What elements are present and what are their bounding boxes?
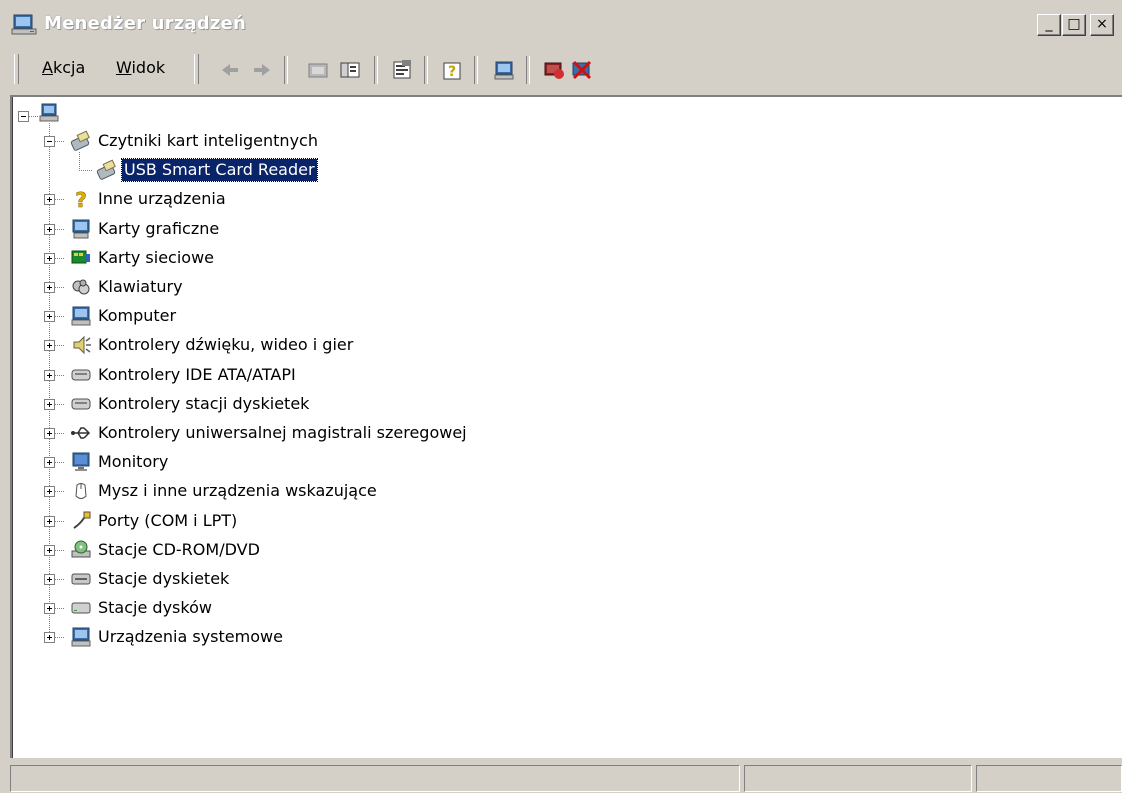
- expand-toggle[interactable]: [44, 632, 55, 644]
- maximize-button[interactable]: □: [1062, 14, 1086, 36]
- cdrom-icon[interactable]: [70, 539, 92, 561]
- up-folder-icon[interactable]: [306, 59, 330, 81]
- tree-item-inne-urzadzenia[interactable]: Inne urządzenia: [96, 188, 228, 210]
- expand-toggle[interactable]: [44, 252, 55, 264]
- ide-controller-icon[interactable]: [70, 364, 92, 386]
- tree-item-kontrolery-stacji-dyskietek[interactable]: Kontrolery stacji dyskietek: [96, 393, 311, 415]
- tree-item-urzadzenia-systemowe[interactable]: Urządzenia systemowe: [96, 626, 285, 648]
- status-cell-2: [744, 765, 972, 792]
- expand-toggle[interactable]: [44, 340, 55, 352]
- smart-card-reader-icon[interactable]: [70, 130, 92, 152]
- expand-toggle[interactable]: [44, 223, 55, 235]
- device-manager-window: Menedżer urządzeń _ □ × Akcja Widok ? Cz…: [0, 0, 1122, 793]
- toolbar-separator: [474, 56, 478, 84]
- status-cell-main: [10, 765, 740, 792]
- disk-drive-icon[interactable]: [70, 597, 92, 619]
- system-devices-icon[interactable]: [70, 626, 92, 648]
- port-icon[interactable]: [70, 510, 92, 532]
- toolbar-separator: [284, 56, 288, 84]
- status-bar: [10, 763, 1122, 793]
- show-hide-tree-icon[interactable]: [338, 59, 362, 81]
- floppy-controller-icon[interactable]: [70, 393, 92, 415]
- mouse-icon[interactable]: [70, 480, 92, 502]
- uninstall-device-icon[interactable]: [570, 59, 594, 81]
- tree-item-kontrolery-ide-ata-atapi[interactable]: Kontrolery IDE ATA/ATAPI: [96, 364, 298, 386]
- computer-icon[interactable]: [70, 305, 92, 327]
- computer-icon[interactable]: [38, 102, 60, 124]
- tree-item-karty-graficzne[interactable]: Karty graficzne: [96, 218, 221, 240]
- expand-toggle[interactable]: [44, 544, 55, 556]
- toolbar-separator: [424, 56, 428, 84]
- tree-item-stacje-dyskow[interactable]: Stacje dysków: [96, 597, 214, 619]
- tree-item-monitory[interactable]: Monitory: [96, 451, 170, 473]
- usb-icon[interactable]: [70, 422, 92, 444]
- close-button[interactable]: ×: [1090, 14, 1114, 36]
- question-mark-icon[interactable]: ?: [70, 188, 92, 210]
- collapse-toggle[interactable]: [44, 136, 55, 147]
- tree-item-czytniki-kart-inteligentnych[interactable]: Czytniki kart inteligentnych: [96, 130, 320, 152]
- expand-toggle[interactable]: [44, 369, 55, 381]
- tree-item-karty-sieciowe[interactable]: Karty sieciowe: [96, 247, 216, 269]
- forward-arrow-icon[interactable]: [250, 59, 274, 81]
- svg-text:?: ?: [448, 64, 456, 80]
- tree-item-komputer[interactable]: Komputer: [96, 305, 178, 327]
- minimize-icon: _: [1045, 16, 1053, 32]
- tree-item-kontrolery-dzwieku-wideo-i-gier[interactable]: Kontrolery dźwięku, wideo i gier: [96, 334, 355, 356]
- expand-toggle[interactable]: [44, 282, 55, 293]
- disable-device-icon[interactable]: [542, 59, 566, 81]
- toolbar-separator: [374, 56, 378, 84]
- expand-toggle[interactable]: [44, 603, 55, 615]
- tree-item-stacje-dyskietek[interactable]: Stacje dyskietek: [96, 568, 231, 590]
- keyboard-icon[interactable]: [70, 276, 92, 298]
- tree-item-klawiatury[interactable]: Klawiatury: [96, 276, 185, 298]
- scan-hardware-icon[interactable]: [492, 59, 516, 81]
- monitor-icon[interactable]: [70, 451, 92, 473]
- tree-item-mysz-i-inne-urzadzenia-wskazujace[interactable]: Mysz i inne urządzenia wskazujące: [96, 480, 379, 502]
- expand-toggle[interactable]: [44, 398, 55, 410]
- root-collapse-toggle[interactable]: [18, 111, 29, 122]
- toolbar-grip[interactable]: [14, 54, 19, 84]
- toolbar-grip[interactable]: [194, 54, 199, 84]
- tree-item-usb-smart-card-reader[interactable]: USB Smart Card Reader: [121, 158, 318, 183]
- minimize-button[interactable]: _: [1037, 14, 1061, 36]
- floppy-drive-icon[interactable]: [70, 568, 92, 590]
- expand-toggle[interactable]: [44, 574, 55, 585]
- toolbar-separator: [526, 56, 530, 84]
- expand-toggle[interactable]: [44, 457, 55, 469]
- smart-card-reader-icon[interactable]: [96, 159, 118, 181]
- back-arrow-icon[interactable]: [218, 59, 242, 81]
- expand-toggle[interactable]: [44, 428, 55, 439]
- computer-icon: [11, 14, 37, 35]
- properties-icon[interactable]: [390, 59, 414, 81]
- svg-text:?: ?: [75, 188, 87, 210]
- expand-toggle[interactable]: [44, 311, 55, 323]
- menu-akcja[interactable]: Akcja: [42, 58, 85, 77]
- help-icon[interactable]: ?: [440, 59, 464, 81]
- network-card-icon[interactable]: [70, 247, 92, 269]
- expand-toggle[interactable]: [44, 486, 55, 498]
- tree-item-stacje-cd-rom-dvd[interactable]: Stacje CD-ROM/DVD: [96, 539, 262, 561]
- tree-item-kontrolery-uniwersalnej-magistrali-szeregowej[interactable]: Kontrolery uniwersalnej magistrali szere…: [96, 422, 469, 444]
- expand-toggle[interactable]: [44, 515, 55, 527]
- close-icon: ×: [1096, 16, 1108, 32]
- maximize-icon: □: [1067, 16, 1081, 32]
- expand-toggle[interactable]: [44, 194, 55, 206]
- window-title: Menedżer urządzeń: [44, 13, 246, 34]
- title-bar: Menedżer urządzeń _ □ ×: [4, 4, 1118, 44]
- tree-item-porty-com-i-lpt[interactable]: Porty (COM i LPT): [96, 510, 239, 532]
- menu-widok[interactable]: Widok: [116, 58, 165, 77]
- display-adapter-icon[interactable]: [70, 218, 92, 240]
- menu-toolbar: Akcja Widok ?: [10, 48, 1112, 90]
- status-cell-3: [976, 765, 1122, 792]
- device-tree[interactable]: Czytniki kart inteligentnych USB Smart Ca…: [10, 95, 1122, 758]
- speaker-icon[interactable]: [70, 334, 92, 356]
